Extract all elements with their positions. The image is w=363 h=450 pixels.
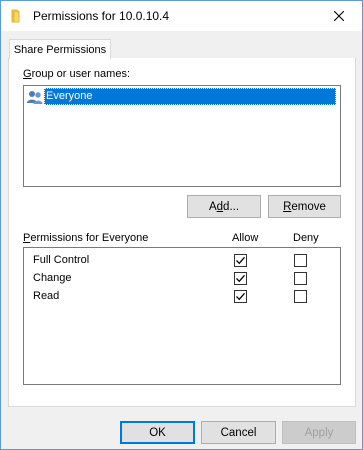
cancel-button[interactable]: Cancel: [201, 421, 276, 444]
check-icon: [236, 256, 245, 265]
deny-checkbox-full-control[interactable]: [294, 254, 307, 267]
permission-name: Change: [33, 272, 72, 284]
allow-column-header: Allow: [232, 232, 259, 244]
apply-button[interactable]: Apply: [282, 421, 356, 444]
group-or-user-names-label: Group or user names:: [23, 68, 130, 80]
add-button[interactable]: Ad d...: [187, 195, 261, 218]
permission-row-change: Change: [24, 270, 340, 288]
allow-checkbox-read[interactable]: [234, 290, 247, 303]
tab-share-permissions[interactable]: Share Permissions: [9, 39, 111, 59]
ok-button[interactable]: OK: [120, 421, 195, 444]
deny-checkbox-change[interactable]: [294, 272, 307, 285]
check-icon: [236, 274, 245, 283]
list-item-everyone[interactable]: Everyone: [26, 88, 336, 105]
users-group-icon: [27, 90, 43, 104]
allow-checkbox-change[interactable]: [234, 272, 247, 285]
window-title: Permissions for 10.0.10.4: [33, 9, 170, 23]
deny-column-header: Deny: [293, 232, 319, 244]
permission-name: Read: [33, 290, 60, 302]
check-icon: [236, 292, 245, 301]
allow-checkbox-full-control[interactable]: [234, 254, 247, 267]
remove-button[interactable]: Remove: [268, 195, 341, 218]
permissions-list: Full Control Change Read: [23, 247, 341, 385]
tab-label: Share Permissions: [13, 43, 107, 56]
close-button[interactable]: [316, 1, 362, 31]
permission-row-read: Read: [24, 288, 340, 306]
deny-checkbox-read[interactable]: [294, 290, 307, 303]
permissions-for-label: Permissions for Everyone: [23, 232, 149, 244]
list-item-label: Everyone: [44, 88, 336, 105]
title-bar: Permissions for 10.0.10.4: [1, 1, 362, 31]
close-icon: [334, 11, 344, 21]
permission-row-full-control: Full Control: [24, 252, 340, 270]
permissions-dialog: Permissions for 10.0.10.4 Share Permissi…: [0, 0, 363, 450]
user-list[interactable]: Everyone: [23, 85, 341, 187]
folder-icon: [11, 9, 20, 23]
permission-name: Full Control: [33, 254, 90, 266]
